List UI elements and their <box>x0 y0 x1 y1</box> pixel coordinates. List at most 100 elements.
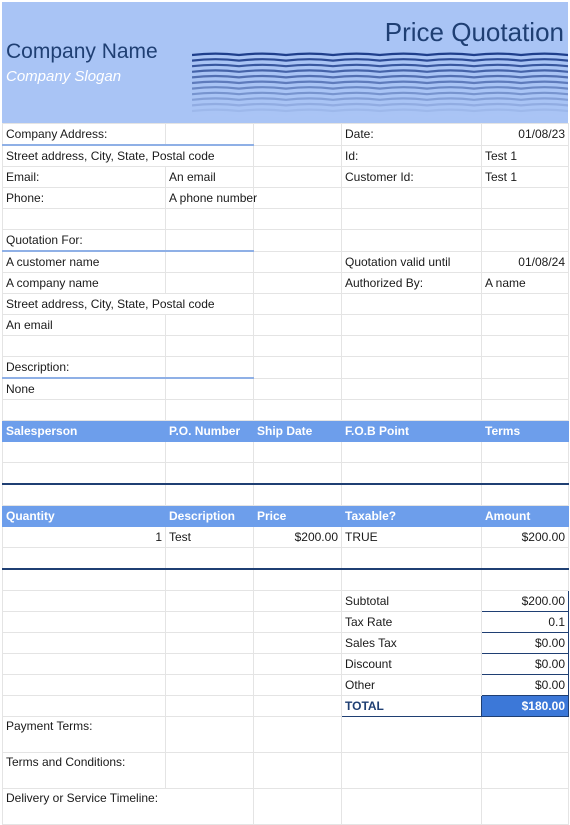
sales-tax-value[interactable]: $0.00 <box>481 632 569 654</box>
cell[interactable] <box>341 547 482 570</box>
date-value[interactable]: 01/08/23 <box>481 123 569 146</box>
cell[interactable] <box>481 752 569 789</box>
cell[interactable] <box>253 166 342 188</box>
cell[interactable] <box>165 752 254 789</box>
company-address-label[interactable]: Company Address: <box>2 123 166 146</box>
customer-name[interactable]: A customer name <box>2 250 166 273</box>
customer-email[interactable]: An email <box>2 314 166 336</box>
cell[interactable] <box>341 716 482 753</box>
cell[interactable] <box>2 674 166 696</box>
cell[interactable] <box>253 716 342 753</box>
cell[interactable] <box>481 377 569 400</box>
cell[interactable] <box>481 356 569 379</box>
cell[interactable] <box>481 187 569 209</box>
cell[interactable] <box>165 695 254 717</box>
cell[interactable] <box>2 462 166 485</box>
cell[interactable] <box>253 653 342 675</box>
cell[interactable] <box>481 208 569 230</box>
ship-date-cell[interactable] <box>253 441 342 463</box>
cell[interactable] <box>481 716 569 753</box>
cell[interactable] <box>341 483 482 506</box>
cell[interactable] <box>253 293 342 315</box>
id-label[interactable]: Id: <box>341 144 482 167</box>
cell[interactable] <box>2 653 166 675</box>
cell[interactable] <box>253 568 342 591</box>
cell[interactable] <box>341 462 482 485</box>
cell[interactable] <box>253 272 342 294</box>
company-phone[interactable]: A phone number <box>165 187 257 209</box>
customer-street[interactable]: Street address, City, State, Postal code <box>2 293 254 315</box>
cell[interactable] <box>165 250 254 273</box>
cell[interactable] <box>165 547 254 570</box>
date-label[interactable]: Date: <box>341 123 482 146</box>
document-title[interactable]: Price Quotation <box>385 17 564 48</box>
cell[interactable] <box>165 208 254 230</box>
cell[interactable] <box>253 208 342 230</box>
email-label[interactable]: Email: <box>2 166 166 188</box>
total-value[interactable]: $180.00 <box>481 695 569 717</box>
cell[interactable] <box>253 611 342 633</box>
cell[interactable] <box>165 632 254 654</box>
company-slogan[interactable]: Company Slogan <box>6 68 121 85</box>
other-label[interactable]: Other <box>341 674 482 696</box>
cell[interactable] <box>2 399 166 421</box>
cell[interactable] <box>165 272 254 294</box>
cell[interactable] <box>481 462 569 485</box>
other-value[interactable]: $0.00 <box>481 674 569 696</box>
cell[interactable] <box>341 187 482 209</box>
cell[interactable] <box>253 123 342 146</box>
cell[interactable] <box>341 314 482 336</box>
tax-rate-label[interactable]: Tax Rate <box>341 611 482 633</box>
total-label[interactable]: TOTAL <box>341 695 482 717</box>
cell[interactable] <box>165 568 254 591</box>
cell[interactable] <box>165 399 254 421</box>
customer-company[interactable]: A company name <box>2 272 166 294</box>
company-email[interactable]: An email <box>165 166 254 188</box>
valid-until-value[interactable]: 01/08/24 <box>481 250 569 273</box>
cell[interactable] <box>165 674 254 696</box>
salesperson-cell[interactable] <box>2 441 166 463</box>
cell[interactable] <box>253 462 342 485</box>
cell[interactable] <box>481 293 569 315</box>
subtotal-value[interactable]: $200.00 <box>481 590 569 612</box>
cell[interactable] <box>341 399 482 421</box>
customer-id-label[interactable]: Customer Id: <box>341 166 482 188</box>
item-price[interactable]: $200.00 <box>253 526 342 548</box>
customer-id-value[interactable]: Test 1 <box>481 166 569 188</box>
cell[interactable] <box>253 483 342 506</box>
cell[interactable] <box>253 590 342 612</box>
cell[interactable] <box>2 632 166 654</box>
item-quantity[interactable]: 1 <box>2 526 166 548</box>
cell[interactable] <box>253 356 342 379</box>
cell[interactable] <box>341 229 482 252</box>
cell[interactable] <box>253 187 342 209</box>
cell[interactable] <box>253 695 342 717</box>
terms-cell[interactable] <box>481 441 569 463</box>
cell[interactable] <box>341 568 482 591</box>
cell[interactable] <box>253 144 342 167</box>
cell[interactable] <box>165 314 254 336</box>
cell[interactable] <box>2 208 166 230</box>
quotation-for-label[interactable]: Quotation For: <box>2 229 166 252</box>
cell[interactable] <box>341 356 482 379</box>
cell[interactable] <box>341 377 482 400</box>
cell[interactable] <box>341 208 482 230</box>
authorized-by-label[interactable]: Authorized By: <box>341 272 482 294</box>
cell[interactable] <box>481 335 569 357</box>
cell[interactable] <box>165 229 254 252</box>
cell[interactable] <box>165 716 254 753</box>
subtotal-label[interactable]: Subtotal <box>341 590 482 612</box>
cell[interactable] <box>165 356 254 379</box>
cell[interactable] <box>253 674 342 696</box>
cell[interactable] <box>253 377 342 400</box>
cell[interactable] <box>481 229 569 252</box>
cell[interactable] <box>165 335 254 357</box>
cell[interactable] <box>2 590 166 612</box>
cell[interactable] <box>2 611 166 633</box>
tax-rate-value[interactable]: 0.1 <box>481 611 569 633</box>
valid-until-label[interactable]: Quotation valid until <box>341 250 482 273</box>
item-amount[interactable]: $200.00 <box>481 526 569 548</box>
terms-conditions-label[interactable]: Terms and Conditions: <box>2 752 166 789</box>
item-description[interactable]: Test <box>165 526 254 548</box>
description-value[interactable]: None <box>2 377 166 400</box>
